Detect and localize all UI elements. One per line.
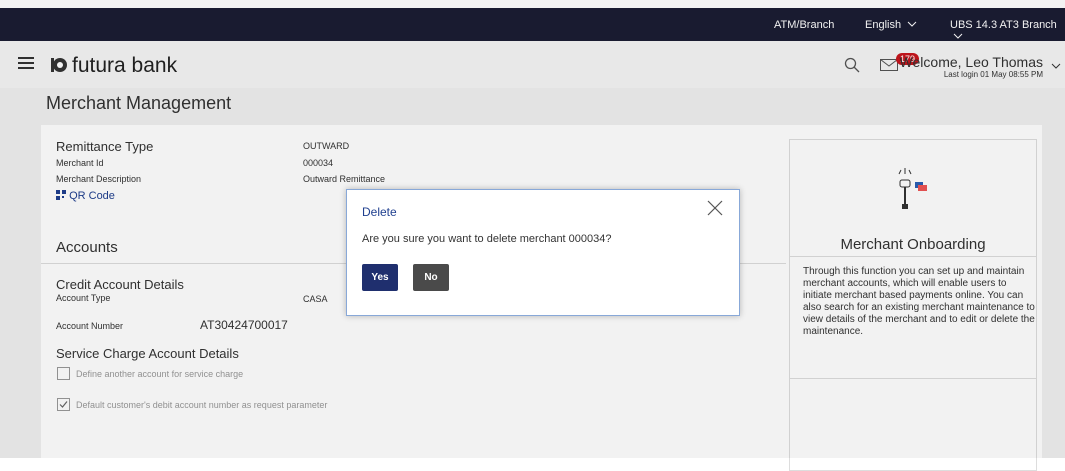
yes-button[interactable]: Yes bbox=[362, 264, 398, 291]
dialog-title: Delete bbox=[362, 205, 397, 219]
close-icon[interactable] bbox=[707, 200, 723, 216]
delete-confirmation-dialog: Delete Are you sure you want to delete m… bbox=[346, 189, 740, 316]
dialog-message: Are you sure you want to delete merchant… bbox=[362, 233, 612, 245]
no-button[interactable]: No bbox=[413, 264, 449, 291]
